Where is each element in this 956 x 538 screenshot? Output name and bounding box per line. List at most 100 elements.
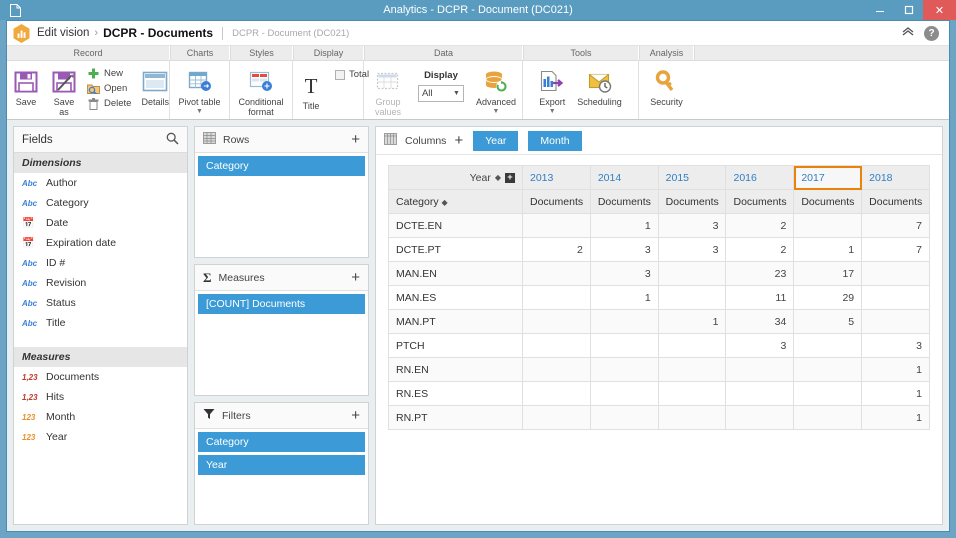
filters-pill-category[interactable]: Category	[198, 432, 365, 452]
cell[interactable]	[522, 285, 591, 310]
cell[interactable]	[657, 381, 727, 406]
conditional-format-button[interactable]: Conditional format	[230, 65, 292, 118]
open-button[interactable]: Open	[87, 82, 131, 95]
advanced-button[interactable]: Advanced ▼	[470, 65, 522, 116]
cell[interactable]: 5	[793, 309, 863, 334]
table-row[interactable]: MAN.EN 3 23 17	[388, 261, 930, 286]
title-button[interactable]: T Title	[293, 65, 329, 111]
add-measure-button[interactable]: +	[351, 270, 360, 285]
chevron-up-icon[interactable]	[902, 27, 914, 39]
table-row[interactable]: MAN.ES 1 11 29	[388, 285, 930, 310]
cell[interactable]	[861, 285, 930, 310]
filters-pill-year[interactable]: Year	[198, 455, 365, 475]
add-column-field-button[interactable]: +	[454, 133, 463, 148]
maximize-button[interactable]	[894, 0, 923, 20]
table-row[interactable]: DCTE.PT 2 3 3 2 1 7	[388, 237, 930, 262]
cell[interactable]: 1	[861, 405, 930, 430]
cell[interactable]: 7	[861, 213, 930, 238]
cell[interactable]	[861, 309, 930, 334]
cell[interactable]: 2	[522, 237, 591, 262]
cell[interactable]: 34	[725, 309, 795, 334]
table-row[interactable]: RN.ES 1	[388, 381, 930, 406]
cell[interactable]	[861, 261, 930, 286]
year-column-header-2013[interactable]: 2013	[522, 165, 591, 190]
sort-icon[interactable]: ◆	[495, 173, 501, 182]
cell[interactable]: 1	[657, 309, 727, 334]
year-column-header-2017[interactable]: 2017	[793, 165, 863, 190]
cell[interactable]: 3	[657, 213, 727, 238]
field-item-id[interactable]: Abc ID #	[14, 253, 187, 273]
cell[interactable]	[522, 333, 591, 358]
rows-shelf-body[interactable]: Category	[195, 153, 368, 257]
cell[interactable]	[657, 261, 727, 286]
columns-pill-month[interactable]: Month	[528, 130, 582, 151]
cell[interactable]	[793, 213, 863, 238]
save-button[interactable]: Save	[7, 65, 45, 107]
field-item-author[interactable]: Abc Author	[14, 173, 187, 193]
chevron-down-icon[interactable]: ▼	[549, 108, 556, 116]
save-as-button[interactable]: Save as	[45, 65, 83, 118]
table-row[interactable]: PTCH 3 3	[388, 333, 930, 358]
cell[interactable]: 17	[793, 261, 863, 286]
cell[interactable]	[793, 381, 863, 406]
cell[interactable]: 11	[725, 285, 795, 310]
minimize-button[interactable]	[865, 0, 894, 20]
cell[interactable]: 3	[657, 237, 727, 262]
cell[interactable]	[522, 405, 591, 430]
columns-pill-year[interactable]: Year	[473, 130, 519, 151]
cell[interactable]: 1	[861, 357, 930, 382]
sort-icon[interactable]: ◆	[442, 198, 448, 207]
cell[interactable]: 3	[725, 333, 795, 358]
measure-item-month[interactable]: 123 Month	[14, 407, 187, 427]
cell[interactable]	[522, 357, 591, 382]
group-values-button[interactable]: Group values	[364, 65, 412, 118]
year-column-header-2016[interactable]: 2016	[725, 165, 795, 190]
add-row-field-button[interactable]: +	[351, 132, 360, 147]
table-row[interactable]: MAN.PT 1 34 5	[388, 309, 930, 334]
field-item-category[interactable]: Abc Category	[14, 193, 187, 213]
cell[interactable]	[522, 261, 591, 286]
rows-pill-category[interactable]: Category	[198, 156, 365, 176]
cell[interactable]	[725, 405, 795, 430]
field-item-expiration-date[interactable]: 📅 Expiration date	[14, 233, 187, 253]
cell[interactable]	[522, 309, 591, 334]
cell[interactable]	[793, 333, 863, 358]
measure-item-documents[interactable]: 1,23 Documents	[14, 367, 187, 387]
cell[interactable]: 3	[861, 333, 930, 358]
cell[interactable]	[589, 405, 659, 430]
cell[interactable]	[657, 405, 727, 430]
cell[interactable]: 23	[725, 261, 795, 286]
cell[interactable]	[589, 381, 659, 406]
cell[interactable]: 1	[793, 237, 863, 262]
help-icon[interactable]: ?	[924, 25, 939, 41]
cell[interactable]	[725, 357, 795, 382]
cell[interactable]	[725, 381, 795, 406]
cell[interactable]: 2	[725, 213, 795, 238]
new-button[interactable]: New	[87, 67, 131, 80]
cell[interactable]: 2	[725, 237, 795, 262]
filters-shelf-body[interactable]: Category Year	[195, 429, 368, 524]
cell[interactable]	[657, 333, 727, 358]
cell[interactable]: 7	[861, 237, 930, 262]
table-row[interactable]: RN.EN 1	[388, 357, 930, 382]
year-column-header-2014[interactable]: 2014	[589, 165, 659, 190]
cell[interactable]	[589, 333, 659, 358]
total-checkbox[interactable]	[335, 69, 345, 80]
cell[interactable]: 3	[589, 237, 659, 262]
cell[interactable]: 1	[861, 381, 930, 406]
cell[interactable]	[589, 357, 659, 382]
chevron-down-icon[interactable]: ▼	[493, 108, 500, 116]
cell[interactable]: 29	[793, 285, 863, 310]
cell[interactable]: 1	[589, 285, 659, 310]
cell[interactable]: 3	[589, 261, 659, 286]
export-button[interactable]: Export ▼	[533, 65, 571, 116]
measures-shelf-body[interactable]: [COUNT] Documents	[195, 291, 368, 395]
measure-item-hits[interactable]: 1,23 Hits	[14, 387, 187, 407]
pivot-table-button[interactable]: Pivot table ▼	[172, 65, 226, 116]
cell[interactable]	[657, 357, 727, 382]
close-button[interactable]: ✕	[923, 0, 956, 20]
expand-plus-icon[interactable]: +	[505, 172, 515, 183]
field-item-revision[interactable]: Abc Revision	[14, 273, 187, 293]
measure-item-year[interactable]: 123 Year	[14, 427, 187, 447]
table-row[interactable]: DCTE.EN 1 3 2 7	[388, 213, 930, 238]
